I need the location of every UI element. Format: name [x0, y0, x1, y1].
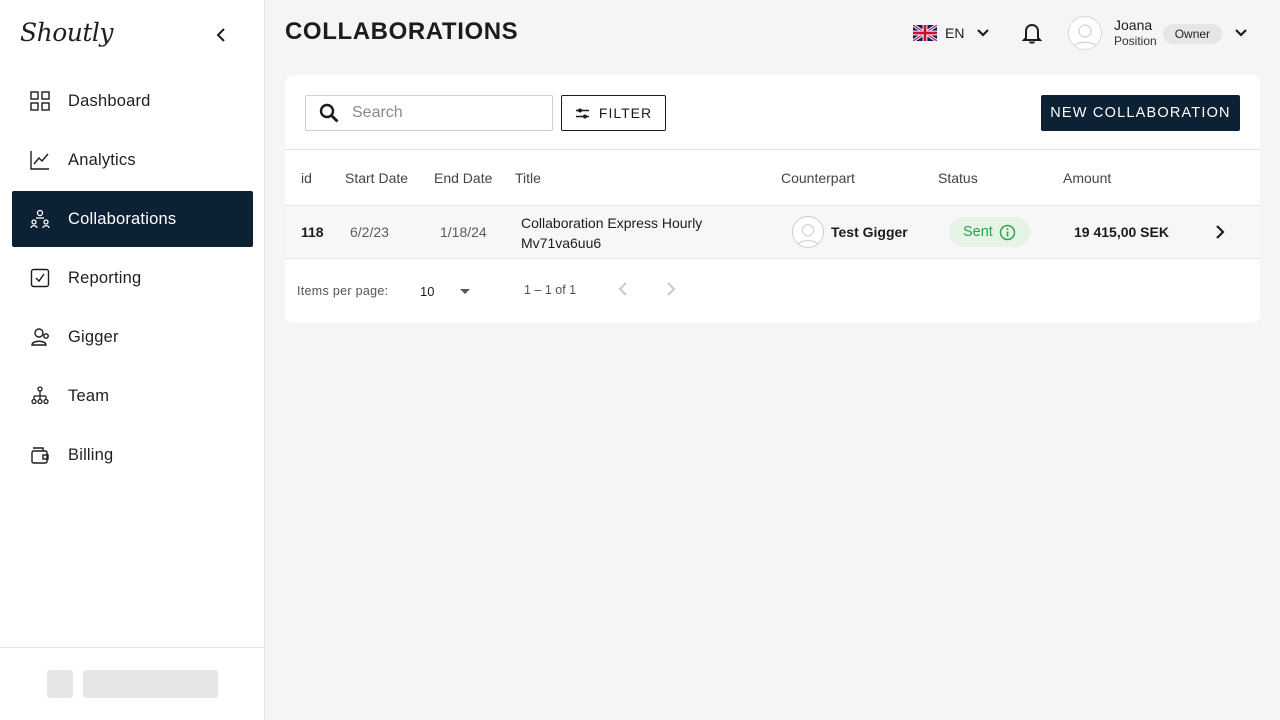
filter-label: FILTER: [598, 105, 653, 121]
sidebar-item-label: Gigger: [68, 327, 119, 346]
sidebar-item-label: Reporting: [68, 268, 142, 287]
app-logo[interactable]: Shoutly: [20, 18, 114, 47]
cell-end-date: 1/18/24: [440, 224, 487, 240]
checkbox-icon: [29, 267, 51, 289]
sidebar-item-label: Billing: [68, 445, 114, 464]
notifications-button[interactable]: [1020, 21, 1044, 45]
chevron-down-icon: [976, 28, 990, 38]
avatar: [1068, 16, 1102, 50]
sidebar-item-label: Collaborations: [68, 209, 177, 228]
table-header: id Start Date End Date Title Counterpart…: [285, 149, 1260, 206]
sidebar-item-analytics[interactable]: Analytics: [12, 132, 253, 188]
new-collaboration-button[interactable]: NEW COLLABORATION: [1041, 95, 1240, 131]
column-header-start-date[interactable]: Start Date: [345, 170, 408, 186]
items-per-page-select[interactable]: 10: [420, 281, 480, 301]
cell-counterpart: Test Gigger: [831, 224, 908, 240]
column-header-id[interactable]: id: [301, 170, 312, 186]
search-icon: [306, 103, 352, 123]
grid-icon: [29, 90, 51, 112]
wallet-icon: [29, 444, 51, 466]
team-icon: [29, 385, 51, 407]
cell-id: 118: [301, 224, 324, 240]
loading-placeholder: [47, 670, 73, 698]
status-label: Sent: [963, 224, 993, 240]
sidebar-footer: [0, 647, 265, 720]
user-menu[interactable]: Joana Position Owner: [1068, 16, 1248, 50]
items-per-page-value: 10: [420, 283, 435, 299]
previous-page-button[interactable]: [618, 281, 628, 297]
pagination: Items per page: 10 1 – 1 of 1: [285, 259, 1260, 323]
info-icon[interactable]: [999, 224, 1016, 241]
role-badge: Owner: [1162, 23, 1223, 44]
sidebar: Shoutly Dashboard Analytics Collaboratio…: [0, 0, 265, 720]
sidebar-item-gigger[interactable]: Gigger: [12, 309, 253, 365]
sidebar-item-collaborations[interactable]: Collaborations: [12, 191, 253, 247]
cell-start-date: 6/2/23: [350, 224, 389, 240]
search-input[interactable]: [352, 104, 542, 122]
collaborations-icon: [29, 208, 51, 230]
bell-icon: [1022, 23, 1042, 44]
collapse-sidebar-button[interactable]: [211, 25, 231, 45]
column-header-title[interactable]: Title: [515, 170, 541, 186]
pagination-range: 1 – 1 of 1: [524, 283, 577, 297]
cell-amount: 19 415,00 SEK: [1074, 224, 1169, 240]
chevron-down-icon: [1234, 28, 1248, 38]
language-selector[interactable]: EN: [913, 23, 990, 43]
column-header-amount[interactable]: Amount: [1063, 170, 1111, 186]
user-position: Position: [1114, 34, 1157, 48]
uk-flag-icon: [913, 25, 937, 41]
filter-icon: [575, 108, 589, 118]
column-header-status[interactable]: Status: [938, 170, 978, 186]
line-chart-icon: [29, 149, 51, 171]
chevron-left-icon: [618, 282, 627, 296]
sidebar-item-reporting[interactable]: Reporting: [12, 250, 253, 306]
counterpart-avatar: [792, 216, 824, 248]
collaborations-card: FILTER NEW COLLABORATION id Start Date E…: [285, 75, 1260, 323]
user-name: Joana: [1114, 17, 1153, 33]
filter-button[interactable]: FILTER: [561, 95, 666, 131]
cell-title: Collaboration Express Hourly Mv71va6uu6: [521, 215, 703, 251]
search-box[interactable]: [305, 95, 553, 131]
caret-down-icon: [460, 288, 471, 294]
loading-placeholder: [83, 670, 218, 698]
sidebar-item-dashboard[interactable]: Dashboard: [12, 73, 253, 129]
column-header-counterpart[interactable]: Counterpart: [781, 170, 855, 186]
table-row[interactable]: 118 6/2/23 1/18/24 Collaboration Express…: [285, 206, 1260, 259]
page-title: COLLABORATIONS: [285, 18, 519, 45]
sidebar-item-label: Team: [68, 386, 110, 405]
status-badge: Sent: [949, 217, 1030, 247]
sidebar-item-label: Dashboard: [68, 91, 151, 110]
sidebar-item-billing[interactable]: Billing: [12, 427, 253, 483]
sidebar-item-label: Analytics: [68, 150, 136, 169]
chevron-right-icon[interactable]: [1214, 223, 1226, 241]
column-header-end-date[interactable]: End Date: [434, 170, 492, 186]
items-per-page-label: Items per page:: [297, 284, 389, 298]
user-icon: [29, 326, 51, 348]
sidebar-item-team[interactable]: Team: [12, 368, 253, 424]
chevron-left-icon: [216, 28, 225, 42]
language-code: EN: [945, 25, 965, 41]
next-page-button[interactable]: [666, 281, 676, 297]
sidebar-nav: Dashboard Analytics Collaborations Repor…: [12, 73, 253, 486]
chevron-right-icon: [667, 282, 676, 296]
user-info: Joana Position: [1114, 17, 1157, 49]
